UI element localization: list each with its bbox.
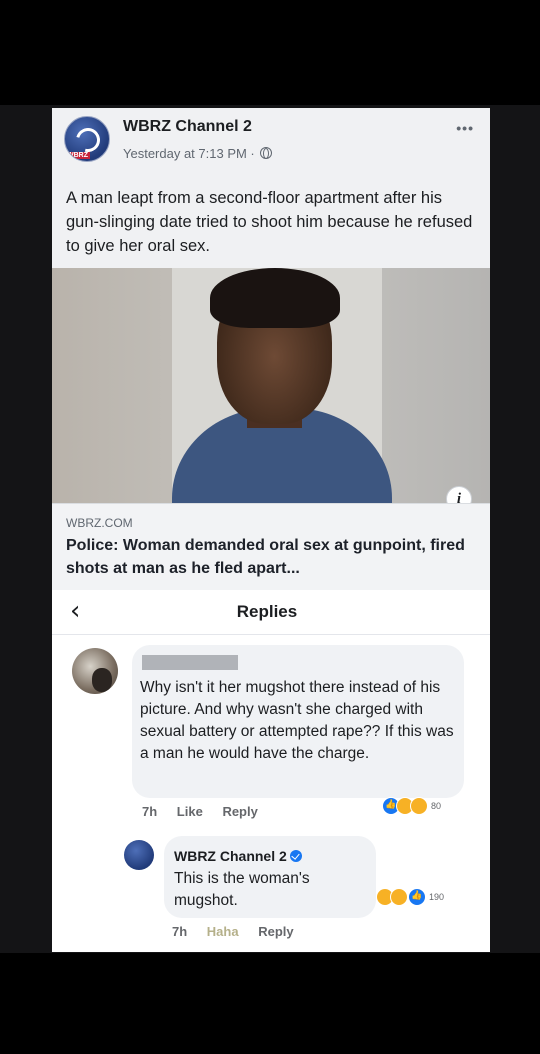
reply-button[interactable]: Reply [258, 924, 293, 939]
comment-actions: 7h Like Reply [142, 804, 274, 819]
divider [52, 634, 490, 635]
comment-time: 7h [142, 804, 158, 819]
post-text: A man leapt from a second-floor apartmen… [66, 189, 473, 255]
link-title: Police: Woman demanded oral sex at gunpo… [66, 537, 465, 577]
photo-hair [210, 268, 340, 328]
post-timestamp[interactable]: Yesterday at 7:13 PM · [123, 146, 273, 161]
reply-button[interactable]: Reply [222, 804, 257, 819]
post-timestamp-text: Yesterday at 7:13 PM · [123, 146, 255, 161]
like-reaction-icon [408, 888, 426, 906]
globe-icon [260, 147, 273, 159]
redacted-commenter-name [142, 655, 238, 670]
reaction-count: 190 [429, 892, 445, 902]
replies-panel: ‹ Replies Why isn't it her mugshot there… [52, 590, 490, 952]
like-button[interactable]: Like [177, 804, 203, 819]
logo-tag: WBRZ [65, 152, 90, 159]
page-reply-reactions[interactable]: 190 [376, 888, 444, 906]
verified-badge-icon [289, 850, 302, 862]
facebook-post: WBRZ WBRZ Channel 2 Yesterday at 7:13 PM… [52, 108, 490, 605]
haha-button[interactable]: Haha [207, 924, 239, 939]
more-options-icon[interactable]: ••• [456, 120, 474, 136]
commenter-avatar[interactable] [72, 648, 118, 694]
page-reply-avatar[interactable] [124, 840, 154, 870]
page-reply-text: This is the woman's mugshot. [174, 870, 310, 909]
wow-reaction-icon [390, 888, 408, 906]
replies-title: Replies [236, 602, 298, 621]
reaction-count: 80 [431, 801, 442, 811]
comment-reactions[interactable]: 80 [382, 796, 441, 816]
page-reply-bubble: WBRZ Channel 2 This is the woman's mugsh… [164, 836, 376, 918]
page-reply-author-name: WBRZ Channel 2 [174, 848, 287, 864]
page-name[interactable]: WBRZ Channel 2 [123, 118, 252, 136]
page-reply-actions: 7h Haha Reply [172, 924, 310, 939]
link-preview[interactable]: WBRZ.COM Police: Woman demanded oral sex… [52, 503, 490, 591]
page-avatar[interactable]: WBRZ [64, 116, 110, 162]
comment-text: Why isn't it her mugshot there instead o… [140, 679, 454, 762]
comment-bubble: Why isn't it her mugshot there instead o… [132, 645, 464, 798]
page-reply-time: 7h [172, 924, 188, 939]
link-domain: WBRZ.COM [66, 516, 133, 530]
wow-reaction-icon [410, 797, 428, 815]
page-reply-author[interactable]: WBRZ Channel 2 [174, 848, 302, 864]
